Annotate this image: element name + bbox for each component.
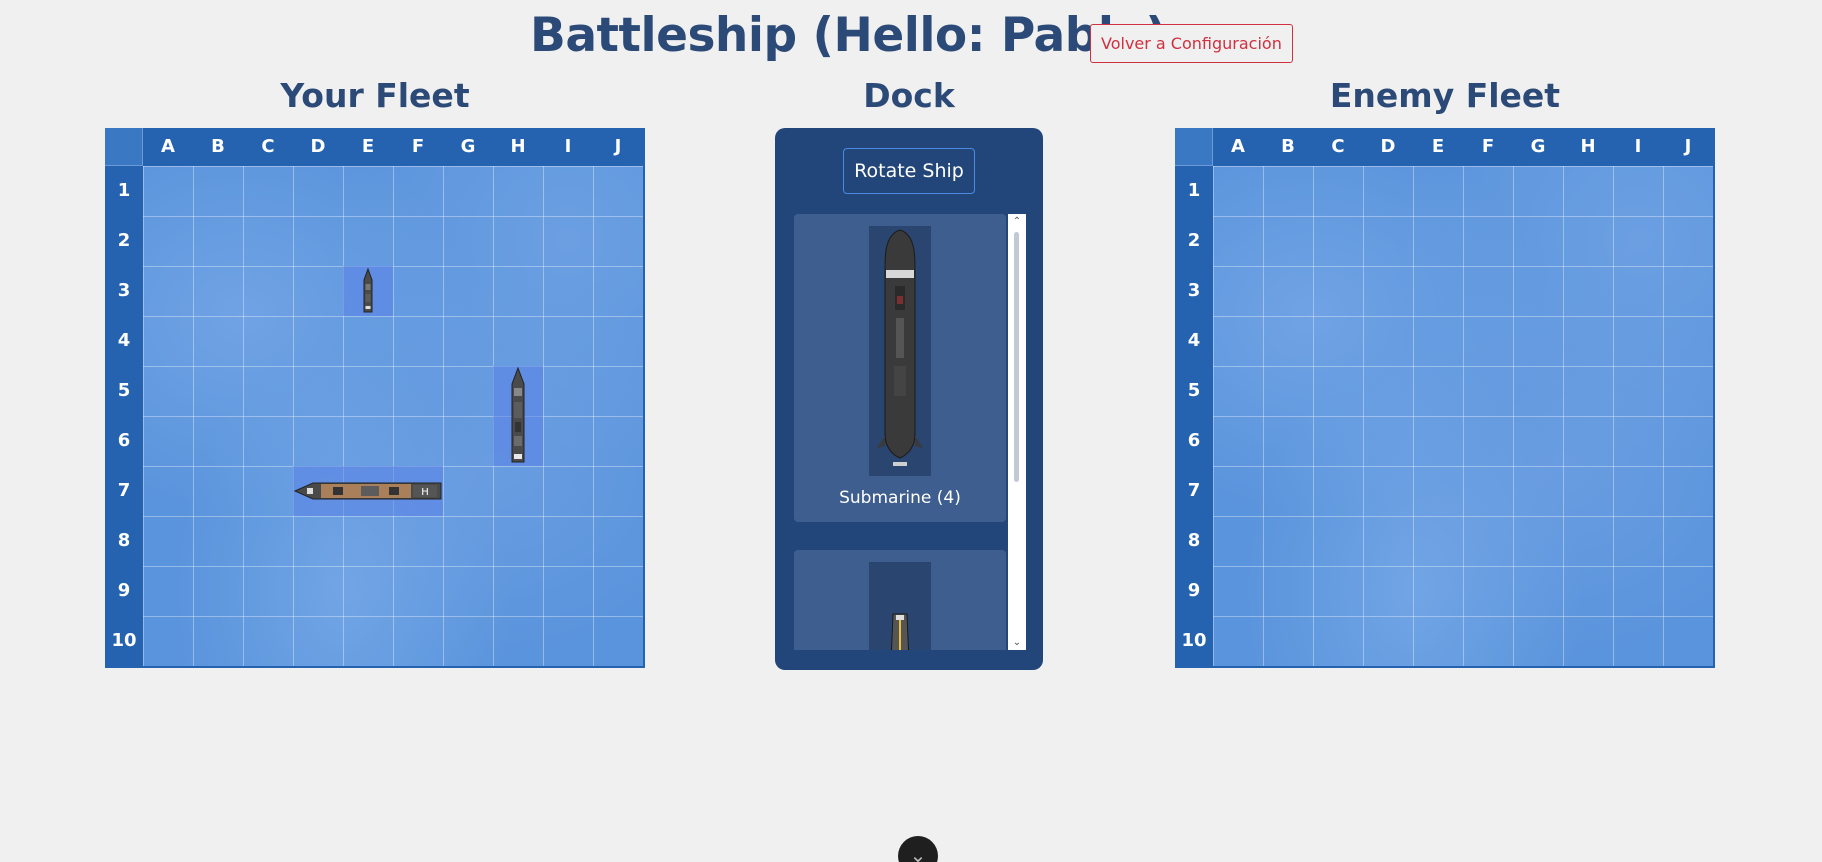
board-corner — [1175, 128, 1213, 166]
dock-panel: Rotate Ship Submarine (4) ⌃ ⌄ — [775, 128, 1043, 670]
row-label: 4 — [117, 330, 131, 351]
column-label: F — [411, 136, 425, 157]
row-labels: 1 2 3 4 5 6 7 8 9 10 — [105, 166, 143, 666]
row-label: 7 — [117, 480, 131, 501]
column-labels: A B C D E F G H I J — [1213, 128, 1713, 166]
column-label: B — [1281, 136, 1295, 157]
scroll-down-icon[interactable]: ⌄ — [1008, 637, 1026, 648]
dock-item-submarine[interactable]: Submarine (4) — [794, 214, 1006, 522]
row-label: 10 — [111, 630, 137, 651]
column-label: H — [510, 136, 526, 157]
header: Battleship (Hello: Pablo) Volver a Confi… — [0, 0, 1822, 80]
row-labels: 1 2 3 4 5 6 7 8 9 10 — [1175, 166, 1213, 666]
row-label: 6 — [1187, 430, 1201, 451]
row-label: 8 — [117, 530, 131, 551]
column-label: A — [161, 136, 175, 157]
column-label: J — [614, 136, 622, 157]
row-label: 3 — [1187, 280, 1201, 301]
column-label: G — [1530, 136, 1546, 157]
row-label: 4 — [1187, 330, 1201, 351]
column-label: C — [261, 136, 275, 157]
row-label: 3 — [117, 280, 131, 301]
row-label: 5 — [1187, 380, 1201, 401]
dock-item-carrier[interactable] — [794, 550, 1006, 650]
placed-ship-destroyer[interactable] — [493, 366, 543, 466]
column-label: I — [564, 136, 572, 157]
column-label: D — [1380, 136, 1396, 157]
row-label: 7 — [1187, 480, 1201, 501]
submarine-icon — [869, 226, 931, 476]
back-to-config-button[interactable]: Volver a Configuración — [1090, 24, 1293, 63]
svg-text:H: H — [421, 487, 429, 498]
carrier-preview-icon — [869, 562, 931, 650]
column-label: B — [211, 136, 225, 157]
column-label: D — [310, 136, 326, 157]
column-label: E — [361, 136, 375, 157]
scrollbar-thumb[interactable] — [1014, 232, 1019, 482]
scroll-up-icon[interactable]: ⌃ — [1008, 216, 1026, 227]
placed-ship-patrol-boat[interactable] — [343, 266, 393, 316]
column-label: F — [1481, 136, 1495, 157]
column-label: H — [1580, 136, 1596, 157]
dock-ship-list[interactable]: Submarine (4) ⌃ ⌄ — [794, 214, 1026, 650]
row-label: 2 — [1187, 230, 1201, 251]
board-corner — [105, 128, 143, 166]
dock-item-label: Submarine (4) — [839, 488, 961, 508]
placed-ship-carrier[interactable]: H — [293, 466, 443, 516]
rotate-ship-button[interactable]: Rotate Ship — [843, 148, 975, 194]
enemy-fleet-board: A B C D E F G H I J 1 2 3 4 5 6 7 8 9 10 — [1175, 128, 1715, 668]
your-fleet-title: Your Fleet — [280, 76, 470, 115]
row-label: 1 — [1187, 180, 1201, 201]
patrol-boat-icon — [363, 267, 373, 313]
column-label: A — [1231, 136, 1245, 157]
page-title: Battleship (Hello: Pablo) — [530, 8, 1167, 63]
your-fleet-grid[interactable]: H — [143, 166, 643, 666]
row-label: 9 — [1187, 580, 1201, 601]
column-label: I — [1634, 136, 1642, 157]
enemy-fleet-grid[interactable] — [1213, 166, 1713, 666]
column-labels: A B C D E F G H I J — [143, 128, 643, 166]
column-label: C — [1331, 136, 1345, 157]
dock-scrollbar[interactable]: ⌃ ⌄ — [1008, 214, 1026, 650]
column-label: E — [1431, 136, 1445, 157]
dock-title: Dock — [863, 76, 955, 115]
chevron-down-icon[interactable]: ⌄ — [898, 836, 938, 862]
column-label: G — [460, 136, 476, 157]
row-label: 2 — [117, 230, 131, 251]
your-fleet-board: A B C D E F G H I J 1 2 3 4 5 6 7 8 9 10 — [105, 128, 645, 668]
row-label: 1 — [117, 180, 131, 201]
enemy-fleet-title: Enemy Fleet — [1329, 76, 1561, 115]
destroyer-icon — [511, 366, 525, 463]
column-label: J — [1684, 136, 1692, 157]
row-label: 8 — [1187, 530, 1201, 551]
row-label: 6 — [117, 430, 131, 451]
carrier-icon: H — [293, 482, 442, 500]
row-label: 9 — [117, 580, 131, 601]
row-label: 10 — [1181, 630, 1207, 651]
row-label: 5 — [117, 380, 131, 401]
